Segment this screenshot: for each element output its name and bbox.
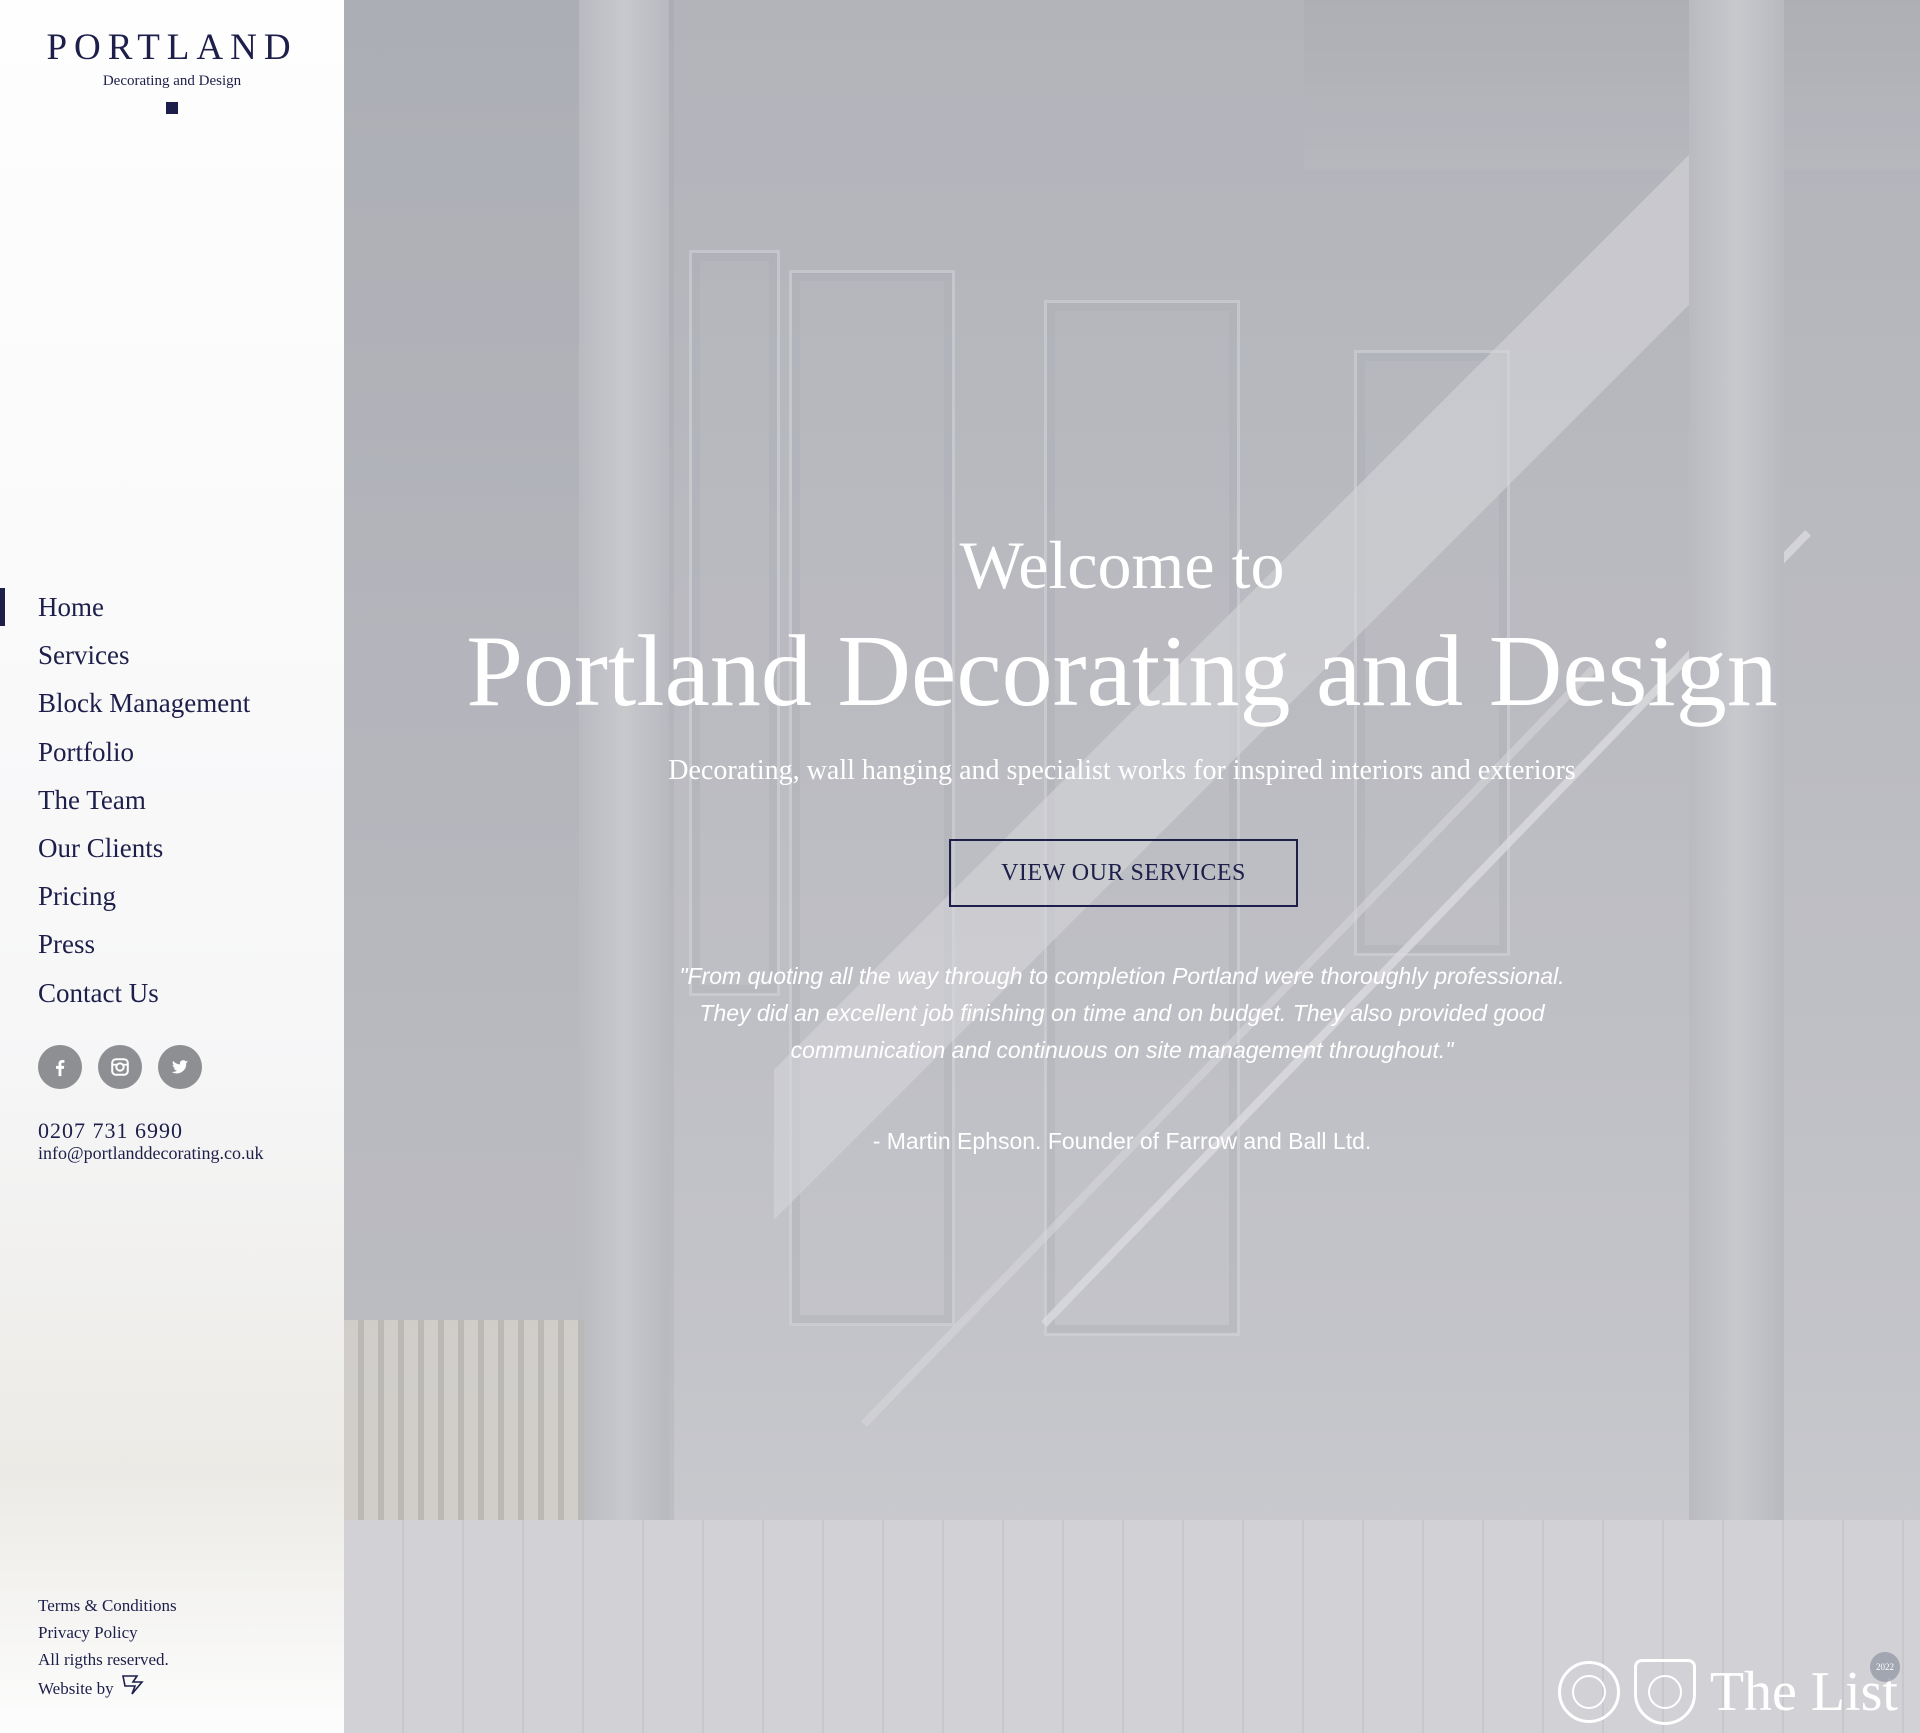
logo-wordmark: PORTLAND	[46, 27, 298, 68]
the-list-year: 2022	[1870, 1652, 1900, 1682]
twitter-icon[interactable]	[158, 1045, 202, 1089]
contact-info: 0207 731 6990 info@portlanddecorating.co…	[38, 1119, 264, 1164]
logo-tagline: Decorating and Design	[102, 73, 242, 89]
nav-item-contact-us[interactable]: Contact Us	[0, 969, 250, 1017]
hero-welcome: Welcome to	[959, 527, 1285, 603]
logo[interactable]: PORTLAND Decorating and Design	[0, 26, 344, 114]
nav-item-press[interactable]: Press	[0, 920, 250, 968]
the-list-logo[interactable]: The List 2022	[1710, 1652, 1900, 1722]
social-links	[38, 1045, 202, 1089]
nav-item-block-management[interactable]: Block Management	[0, 679, 250, 727]
website-by-label: Website by	[38, 1678, 114, 1698]
sidebar: PORTLAND Decorating and Design Home Serv…	[0, 0, 344, 1733]
testimonial-quote: "From quoting all the way through to com…	[679, 963, 1565, 1063]
hero-content: Welcome to Portland Decorating and Desig…	[344, 0, 1920, 1733]
privacy-link[interactable]: Privacy Policy	[38, 1619, 177, 1646]
facebook-icon[interactable]	[38, 1045, 82, 1089]
nav-item-portfolio[interactable]: Portfolio	[0, 728, 250, 776]
main-nav: Home Services Block Management Portfolio…	[0, 583, 250, 1017]
phone-number[interactable]: 0207 731 6990	[38, 1119, 264, 1143]
accreditation-shield-icon[interactable]	[1633, 1659, 1696, 1725]
hero-title: Portland Decorating and Design	[466, 615, 1778, 728]
view-services-button[interactable]: VIEW OUR SERVICES	[949, 839, 1298, 907]
agency-logo-icon[interactable]	[120, 1673, 146, 1703]
logo-square-icon	[166, 102, 178, 114]
website-credit: Website by	[38, 1673, 177, 1703]
nav-item-home[interactable]: Home	[0, 583, 250, 631]
terms-link[interactable]: Terms & Conditions	[38, 1592, 177, 1619]
email-link[interactable]: info@portlanddecorating.co.uk	[38, 1143, 264, 1163]
nav-item-pricing[interactable]: Pricing	[0, 872, 250, 920]
sidebar-footer: Terms & Conditions Privacy Policy All ri…	[38, 1592, 177, 1703]
testimonial-attribution: - Martin Ephson. Founder of Farrow and B…	[872, 1128, 1372, 1154]
rights-text: All rigths reserved.	[38, 1650, 169, 1669]
nav-item-our-clients[interactable]: Our Clients	[0, 824, 250, 872]
accreditation-seal-icon[interactable]	[1557, 1661, 1620, 1723]
nav-item-services[interactable]: Services	[0, 631, 250, 679]
nav-item-the-team[interactable]: The Team	[0, 776, 250, 824]
hero-tagline: Decorating, wall hanging and specialist …	[668, 755, 1576, 786]
instagram-icon[interactable]	[98, 1045, 142, 1089]
accreditation-badges: The List 2022	[1557, 1652, 1900, 1725]
